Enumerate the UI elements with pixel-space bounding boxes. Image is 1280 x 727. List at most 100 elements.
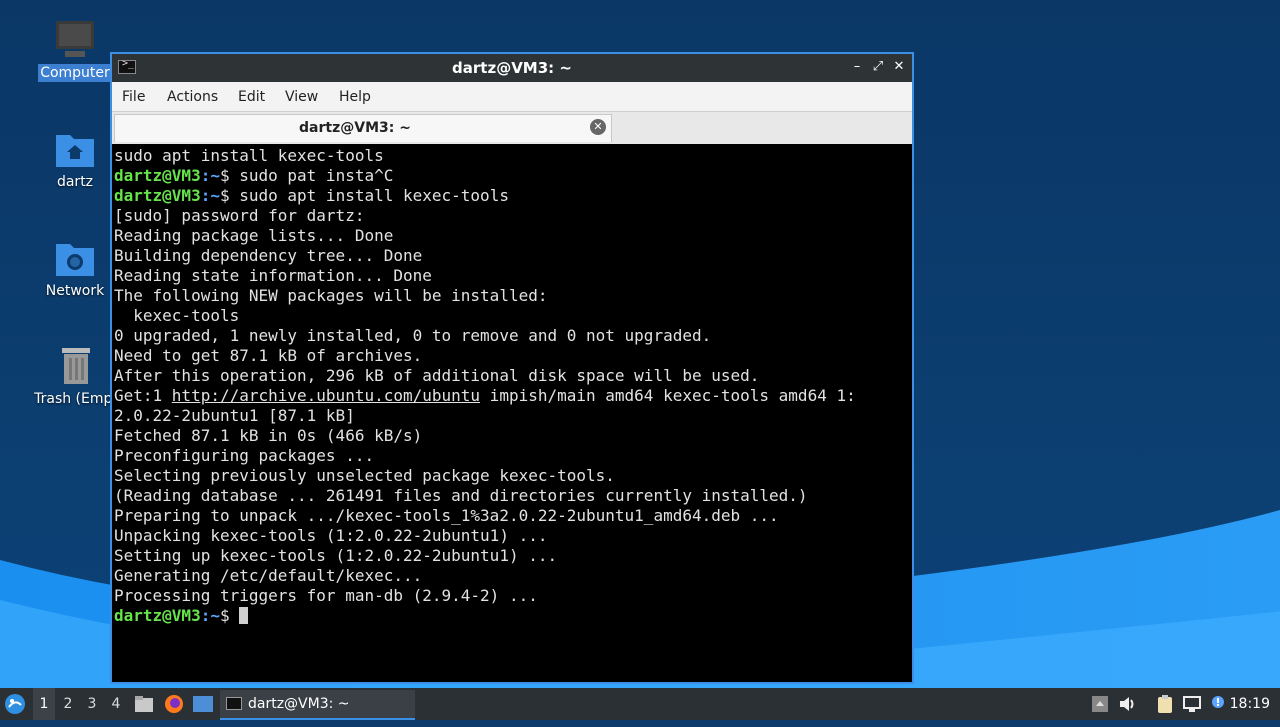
network-icon[interactable] — [1182, 694, 1202, 714]
terminal-line: dartz@VM3:~$ sudo apt install kexec-tool… — [114, 186, 910, 206]
window-titlebar[interactable]: >_ dartz@VM3: ~ – ⤢ ✕ — [112, 54, 912, 82]
terminal-line: After this operation, 296 kB of addition… — [114, 366, 910, 386]
terminal-line: The following NEW packages will be insta… — [114, 286, 910, 306]
line-text: (Reading database ... 261491 files and d… — [114, 486, 808, 505]
line-text: 2.0.22-2ubuntu1 [87.1 kB] — [114, 406, 355, 425]
terminal-line: Setting up kexec-tools (1:2.0.22-2ubuntu… — [114, 546, 910, 566]
tab-bar: dartz@VM3: ~ ✕ — [112, 112, 912, 144]
desktop-icon-label: Computer — [38, 64, 112, 82]
workspace-3[interactable]: 3 — [81, 688, 103, 720]
line-text: impish/main amd64 kexec-tools amd64 1: — [480, 386, 856, 405]
line-text: sudo apt install kexec-tools — [239, 186, 509, 205]
line-text: Preparing to unpack .../kexec-tools_1%3a… — [114, 506, 779, 525]
terminal-app-icon — [226, 697, 242, 710]
prompt-user: dartz@VM3 — [114, 186, 201, 205]
close-button[interactable]: ✕ — [890, 58, 908, 76]
desktop-icon-computer[interactable]: Computer — [37, 18, 113, 82]
menu-file[interactable]: File — [122, 89, 145, 105]
prompt-symbol: $ — [219, 186, 240, 205]
terminal-line: Get:1 http://archive.ubuntu.com/ubuntu i… — [114, 386, 910, 406]
firefox-icon — [165, 695, 183, 713]
line-text: Need to get 87.1 kB of archives. — [114, 346, 423, 365]
terminal-line: sudo apt install kexec-tools — [114, 146, 910, 166]
volume-icon[interactable] — [1118, 694, 1138, 714]
minimize-button[interactable]: – — [848, 58, 866, 76]
terminal-line: Unpacking kexec-tools (1:2.0.22-2ubuntu1… — [114, 526, 910, 546]
line-text: [sudo] password for dartz: — [114, 206, 365, 225]
lubuntu-logo-icon — [5, 694, 25, 714]
prompt-user: dartz@VM3 — [114, 166, 201, 185]
prompt-path: :~ — [200, 186, 220, 205]
terminal-line: Building dependency tree... Done — [114, 246, 910, 266]
line-text: After this operation, 296 kB of addition… — [114, 366, 760, 385]
workspace-4[interactable]: 4 — [105, 688, 127, 720]
terminal-line: dartz@VM3:~$ — [114, 606, 910, 626]
window-title: dartz@VM3: ~ — [452, 59, 572, 77]
taskbar: 1 2 3 4 dartz@VM3: ~ 18:19 — [0, 688, 1280, 720]
terminal-line: 0 upgraded, 1 newly installed, 0 to remo… — [114, 326, 910, 346]
start-menu-button[interactable] — [4, 688, 30, 720]
terminal-line: Processing triggers for man-db (2.9.4-2)… — [114, 586, 910, 606]
line-text: sudo apt install kexec-tools — [114, 146, 384, 165]
home-folder-icon — [56, 135, 94, 167]
firefox-launcher[interactable] — [164, 688, 186, 720]
terminal-line: dartz@VM3:~$ sudo pat insta^C — [114, 166, 910, 186]
terminal-line: (Reading database ... 261491 files and d… — [114, 486, 910, 506]
taskbar-window-button[interactable]: dartz@VM3: ~ — [220, 690, 415, 720]
workspace-2[interactable]: 2 — [57, 688, 79, 720]
terminal-link[interactable]: http://archive.ubuntu.com/ubuntu — [172, 386, 480, 405]
prompt-symbol: $ — [219, 166, 240, 185]
terminal-line: Fetched 87.1 kB in 0s (466 kB/s) — [114, 426, 910, 446]
line-text: Reading package lists... Done — [114, 226, 394, 245]
terminal-line: Preparing to unpack .../kexec-tools_1%3a… — [114, 506, 910, 526]
terminal-line: Selecting previously unselected package … — [114, 466, 910, 486]
clipboard-icon[interactable] — [1155, 694, 1175, 714]
terminal-line: Reading package lists... Done — [114, 226, 910, 246]
line-text: Generating /etc/default/kexec... — [114, 566, 423, 585]
menu-view[interactable]: View — [285, 89, 318, 105]
desktop-icon-label: Trash (Empt — [34, 391, 118, 407]
show-desktop-icon — [193, 696, 213, 712]
taskbar-window-label: dartz@VM3: ~ — [248, 696, 350, 712]
file-manager-icon — [135, 696, 153, 712]
updates-icon[interactable] — [1090, 694, 1110, 714]
terminal-line: kexec-tools — [114, 306, 910, 326]
line-text: Reading state information... Done — [114, 266, 432, 285]
line-text: Building dependency tree... Done — [114, 246, 423, 265]
menu-actions[interactable]: Actions — [167, 89, 218, 105]
clock[interactable]: 18:19 — [1230, 688, 1270, 720]
tab-close-icon[interactable]: ✕ — [590, 119, 606, 135]
terminal-window[interactable]: >_ dartz@VM3: ~ – ⤢ ✕ File Actions Edit … — [110, 52, 914, 684]
desktop-icon-label: Network — [45, 283, 105, 299]
line-text: Unpacking kexec-tools (1:2.0.22-2ubuntu1… — [114, 526, 548, 545]
prompt-path: :~ — [200, 606, 220, 625]
file-manager-launcher[interactable] — [134, 688, 156, 720]
line-text: Selecting previously unselected package … — [114, 466, 615, 485]
line-text: kexec-tools — [114, 306, 240, 325]
prompt-path: :~ — [200, 166, 220, 185]
show-desktop-launcher[interactable] — [193, 688, 215, 720]
tab-title: dartz@VM3: ~ — [299, 120, 411, 136]
network-folder-icon — [56, 244, 94, 276]
terminal-line: [sudo] password for dartz: — [114, 206, 910, 226]
menu-edit[interactable]: Edit — [238, 89, 265, 105]
menu-bar: File Actions Edit View Help — [112, 82, 912, 112]
menu-help[interactable]: Help — [339, 89, 371, 105]
maximize-button[interactable]: ⤢ — [869, 58, 887, 76]
line-text: sudo pat insta^C — [239, 166, 394, 185]
desktop-icon-label: dartz — [56, 174, 94, 190]
terminal-line: Generating /etc/default/kexec... — [114, 566, 910, 586]
line-text: Fetched 87.1 kB in 0s (466 kB/s) — [114, 426, 423, 445]
terminal-tab[interactable]: dartz@VM3: ~ ✕ — [114, 114, 612, 142]
terminal-output[interactable]: sudo apt install kexec-tools dartz@VM3:~$… — [114, 146, 910, 680]
desktop-icon-network[interactable]: Network — [37, 236, 113, 300]
prompt-symbol: $ — [219, 606, 240, 625]
line-text: Setting up kexec-tools (1:2.0.22-2ubuntu… — [114, 546, 558, 565]
workspace-1[interactable]: 1 — [33, 688, 55, 720]
notification-icon[interactable] — [1208, 694, 1228, 714]
terminal-line: Need to get 87.1 kB of archives. — [114, 346, 910, 366]
desktop-icon-home[interactable]: dartz — [37, 127, 113, 191]
trash-icon — [62, 348, 90, 384]
computer-icon — [56, 21, 94, 57]
line-text: 0 upgraded, 1 newly installed, 0 to remo… — [114, 326, 712, 345]
